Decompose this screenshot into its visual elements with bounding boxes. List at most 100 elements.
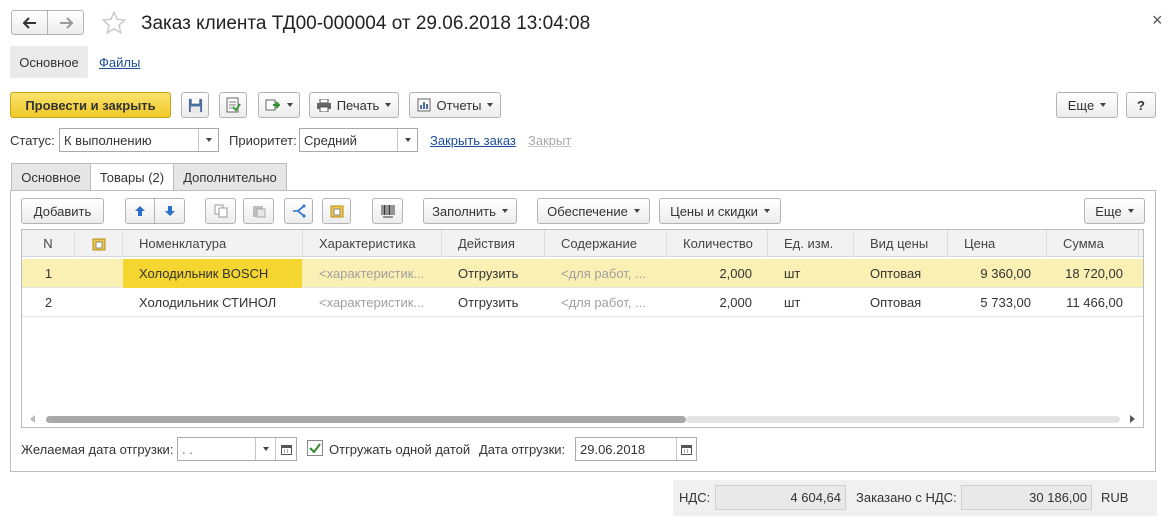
split-icon xyxy=(292,204,305,218)
split-button[interactable] xyxy=(284,198,313,224)
status-select[interactable]: К выполнению xyxy=(59,128,219,152)
nav-main-label: Основное xyxy=(19,54,79,70)
column-header-n[interactable]: N xyxy=(22,230,75,257)
back-button[interactable] xyxy=(11,10,48,35)
reports-button[interactable]: Отчеты xyxy=(409,92,501,118)
characteristic-cell[interactable]: <характеристик... xyxy=(303,259,442,288)
arrow-up-icon xyxy=(135,206,145,216)
vat-label: НДС: xyxy=(679,490,711,505)
tab-main[interactable]: Основное xyxy=(11,163,91,190)
tab-main-label: Основное xyxy=(21,169,81,185)
paste-button[interactable] xyxy=(243,198,274,224)
chevron-down-icon xyxy=(501,209,508,213)
content-cell[interactable]: <для работ, ... xyxy=(545,288,667,317)
print-button[interactable]: Печать xyxy=(309,92,399,118)
priority-dropdown-button[interactable] xyxy=(397,129,417,151)
nav-main[interactable]: Основное xyxy=(10,46,88,78)
item-cell[interactable]: Холодильник СТИНОЛ xyxy=(123,288,302,317)
chevron-down-icon xyxy=(262,447,269,451)
single-date-checkbox[interactable] xyxy=(307,440,323,456)
price-type-cell[interactable]: Оптовая xyxy=(854,259,948,288)
add-row-button[interactable]: Добавить xyxy=(21,198,104,224)
tab-additional[interactable]: Дополнительно xyxy=(173,163,287,190)
tab-goods[interactable]: Товары (2) xyxy=(90,163,174,191)
supply-label: Обеспечение xyxy=(547,203,628,219)
column-header-price-type[interactable]: Вид цены xyxy=(854,230,948,257)
move-up-button[interactable] xyxy=(125,198,155,224)
post-and-close-label: Провести и закрыть xyxy=(25,97,156,113)
close-icon[interactable]: × xyxy=(1152,10,1163,31)
help-button[interactable]: ? xyxy=(1126,92,1156,118)
desired-date-dropdown-button[interactable] xyxy=(255,438,275,460)
copy-icon xyxy=(214,204,227,218)
priority-select[interactable]: Средний xyxy=(299,128,418,152)
post-button[interactable] xyxy=(219,92,247,118)
unit-cell[interactable]: шт xyxy=(768,259,854,288)
print-label: Печать xyxy=(336,97,380,113)
sum-cell[interactable]: 11 466,00 xyxy=(1047,288,1139,317)
create-based-on-button[interactable] xyxy=(258,92,300,118)
fill-from-folder-button[interactable] xyxy=(322,198,351,224)
ship-date-field[interactable]: 29.06.2018 xyxy=(575,437,697,461)
nav-files-link[interactable]: Файлы xyxy=(99,55,140,70)
ship-date-calendar-button[interactable] xyxy=(676,438,696,460)
close-order-link[interactable]: Закрыть заказ xyxy=(430,133,516,148)
attachment-folder-icon xyxy=(92,238,105,250)
single-date-label[interactable]: Отгружать одной датой xyxy=(329,442,470,457)
unit-cell[interactable]: шт xyxy=(768,288,854,317)
supply-button[interactable]: Обеспечение xyxy=(537,198,650,224)
row-number: 2 xyxy=(44,295,53,310)
tab-goods-label: Товары (2) xyxy=(99,170,165,185)
content-cell[interactable]: <для работ, ... xyxy=(545,259,667,288)
quantity-cell[interactable]: 2,000 xyxy=(667,259,768,288)
scroll-thumb[interactable] xyxy=(46,416,686,423)
favorite-star-icon[interactable] xyxy=(101,10,127,39)
closed-link[interactable]: Закрыт xyxy=(528,133,571,148)
fill-label: Заполнить xyxy=(432,203,496,219)
barcode-button[interactable] xyxy=(372,198,403,224)
item-cell[interactable]: Холодильник BOSCH xyxy=(123,259,302,288)
status-dropdown-button[interactable] xyxy=(198,129,218,151)
column-header-action[interactable]: Действия xyxy=(442,230,545,257)
column-header-item[interactable]: Номенклатура xyxy=(123,230,303,257)
horizontal-scrollbar[interactable] xyxy=(22,412,1143,426)
column-header-attachment[interactable] xyxy=(75,230,123,257)
more-button[interactable]: Еще xyxy=(1056,92,1118,118)
tab-additional-label: Дополнительно xyxy=(183,169,277,185)
post-and-close-button[interactable]: Провести и закрыть xyxy=(10,92,171,118)
column-header-sum[interactable]: Сумма xyxy=(1047,230,1139,257)
save-icon xyxy=(188,98,202,112)
action-cell[interactable]: Отгрузить xyxy=(442,288,545,317)
column-header-content[interactable]: Содержание xyxy=(545,230,667,257)
column-header-unit[interactable]: Ед. изм. xyxy=(768,230,854,257)
scroll-left-arrow-icon[interactable] xyxy=(30,415,35,423)
status-value: К выполнению xyxy=(64,132,152,148)
price-cell[interactable]: 9 360,00 xyxy=(948,259,1047,288)
quantity-cell[interactable]: 2,000 xyxy=(667,288,768,317)
vat-value: 4 604,64 xyxy=(715,485,846,510)
price-type-cell[interactable]: Оптовая xyxy=(854,288,948,317)
scroll-right-arrow-icon[interactable] xyxy=(1130,415,1135,423)
save-button[interactable] xyxy=(181,92,209,118)
prices-discounts-button[interactable]: Цены и скидки xyxy=(659,198,781,224)
copy-button[interactable] xyxy=(205,198,236,224)
price-cell[interactable]: 5 733,00 xyxy=(948,288,1047,317)
forward-button[interactable] xyxy=(47,10,84,35)
chevron-down-icon xyxy=(633,209,640,213)
desired-date-field[interactable]: . . xyxy=(177,437,297,461)
action-cell[interactable]: Отгрузить xyxy=(442,259,545,288)
column-header-price[interactable]: Цена xyxy=(948,230,1047,257)
arrow-right-icon xyxy=(59,16,73,29)
column-header-characteristic[interactable]: Характеристика xyxy=(303,230,442,257)
column-header-quantity[interactable]: Количество xyxy=(667,230,768,257)
characteristic-cell[interactable]: <характеристик... xyxy=(303,288,442,317)
table-more-button[interactable]: Еще xyxy=(1084,198,1145,224)
checkmark-icon xyxy=(309,443,321,454)
fill-button[interactable]: Заполнить xyxy=(423,198,517,224)
calendar-icon xyxy=(280,444,292,455)
sum-cell[interactable]: 18 720,00 xyxy=(1047,259,1139,288)
priority-label: Приоритет: xyxy=(229,133,297,148)
status-label: Статус: xyxy=(10,133,55,148)
move-down-button[interactable] xyxy=(154,198,185,224)
desired-date-calendar-button[interactable] xyxy=(275,438,296,460)
